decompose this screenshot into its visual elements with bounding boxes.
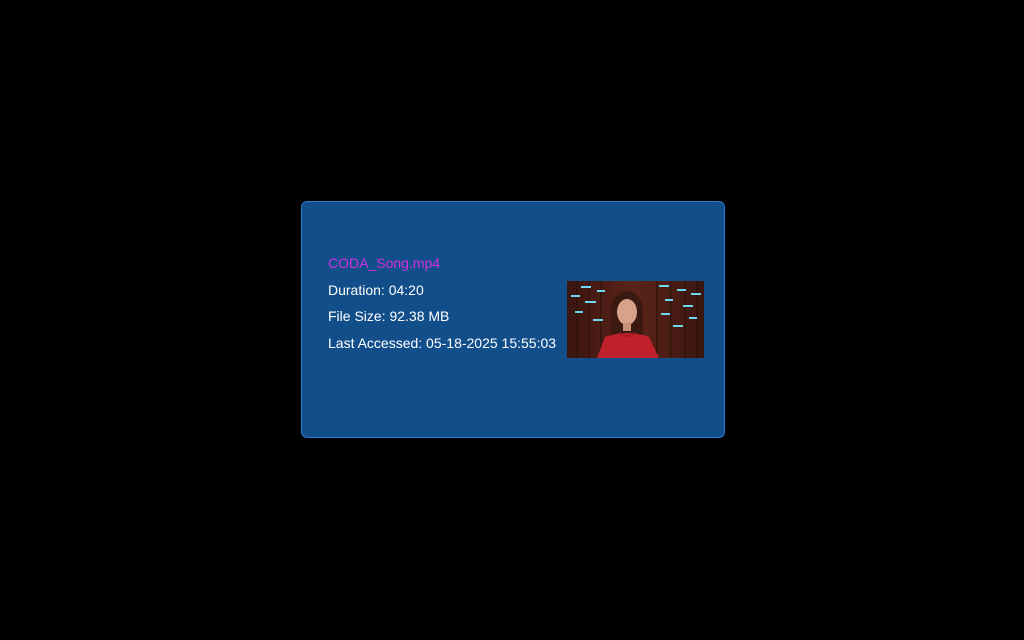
screen: CODA_Song.mp4 Duration: 04:20 File Size:… [0,0,1024,640]
file-name: CODA_Song.mp4 [328,255,441,271]
duration-label: Duration: 04:20 [328,282,424,298]
file-info-card[interactable]: CODA_Song.mp4 Duration: 04:20 File Size:… [301,201,725,438]
file-size-label: File Size: 92.38 MB [328,308,450,324]
thumbnail-image [567,281,704,358]
last-accessed-label: Last Accessed: 05-18-2025 15:55:03 [328,335,557,351]
video-thumbnail[interactable] [567,281,704,358]
